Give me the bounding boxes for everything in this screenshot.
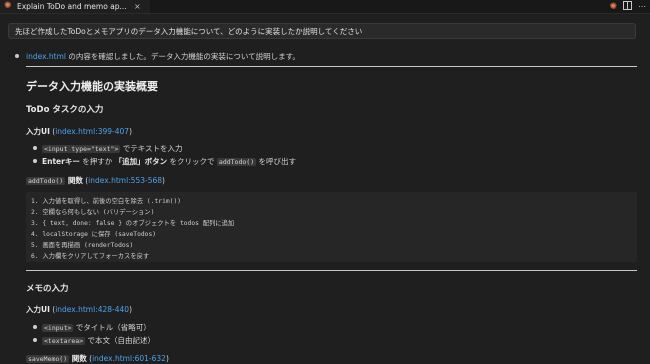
list-item: <textarea> で本文（自由記述） xyxy=(42,335,155,346)
step-item: 6. 入力欄をクリアしてフォーカスを戻す xyxy=(31,253,150,260)
step-item: 3. { text, done: false } のオブジェクトを todos … xyxy=(31,220,235,227)
list-item-text: でタイトル（省略可） xyxy=(73,323,151,332)
memo-ui-line: 入力UI (index.html:428-440) xyxy=(26,305,132,314)
step-item: 2. 空欄なら何もしない (バリデーション) xyxy=(31,209,155,216)
button-label: 「追加」ボタン xyxy=(114,157,168,166)
divider xyxy=(26,270,637,271)
status-text: の内容を確認しました。データ入力機能の実装について説明します。 xyxy=(66,52,300,61)
assistant-response: index.html の内容を確認しました。データ入力機能の実装について説明しま… xyxy=(0,0,650,364)
memo-func-link[interactable]: index.html:601-632 xyxy=(92,354,166,363)
inline-code: saveMemo() xyxy=(26,355,70,363)
func-label: 関数 xyxy=(65,176,83,185)
func-label: 関数 xyxy=(69,354,87,363)
list-item-text: を呼び出す xyxy=(256,157,297,166)
inline-code: addTodo() xyxy=(216,158,257,166)
todo-heading: ToDo タスクの入力 xyxy=(26,105,104,115)
file-link[interactable]: index.html xyxy=(26,52,66,61)
divider xyxy=(26,66,637,67)
inline-code: <input> xyxy=(42,324,74,332)
memo-ui-link[interactable]: index.html:428-440 xyxy=(55,305,129,314)
inline-code: addTodo() xyxy=(26,177,66,185)
todo-ui-label: 入力UI xyxy=(26,127,50,136)
bullet-icon xyxy=(33,159,37,163)
todo-func-link[interactable]: index.html:553-568 xyxy=(88,176,162,185)
memo-ui-label: 入力UI xyxy=(26,305,50,314)
list-item-text: でテキストを入力 xyxy=(120,144,183,153)
list-item-text: で本文（自由記述） xyxy=(85,336,156,345)
key-label: Enterキー xyxy=(42,157,80,166)
list-item: Enterキー を押すか 「追加」ボタン をクリックで addTodo() を呼… xyxy=(42,156,296,167)
memo-func-line: saveMemo() 関数 (index.html:601-632) xyxy=(26,354,169,363)
step-item: 4. localStorage に保存 (saveTodos) xyxy=(31,231,157,238)
bullet-icon xyxy=(33,325,37,329)
todo-ui-link[interactable]: index.html:399-407 xyxy=(55,127,129,136)
memo-heading: メモの入力 xyxy=(26,284,69,294)
list-item: <input type="text"> でテキストを入力 xyxy=(42,143,183,154)
status-bullet-icon xyxy=(15,54,19,58)
todo-ui-line: 入力UI (index.html:399-407) xyxy=(26,127,132,136)
status-line: index.html の内容を確認しました。データ入力機能の実装について説明しま… xyxy=(26,51,300,62)
step-item: 5. 画面を再描画 (renderTodos) xyxy=(31,242,134,249)
bullet-icon xyxy=(33,146,37,150)
section-heading: データ入力機能の実装概要 xyxy=(26,80,158,93)
list-item-text: を押すか xyxy=(79,157,115,166)
todo-func-line: addTodo() 関数 (index.html:553-568) xyxy=(26,176,165,185)
step-item: 1. 入力値を取得し、前後の空白を除去 (.trim()) xyxy=(31,198,182,205)
list-item: <input> でタイトル（省略可） xyxy=(42,322,151,333)
bullet-icon xyxy=(33,338,37,342)
list-item-text: をクリックで xyxy=(167,157,217,166)
inline-code: <input type="text"> xyxy=(42,145,121,153)
inline-code: <textarea> xyxy=(42,337,86,345)
